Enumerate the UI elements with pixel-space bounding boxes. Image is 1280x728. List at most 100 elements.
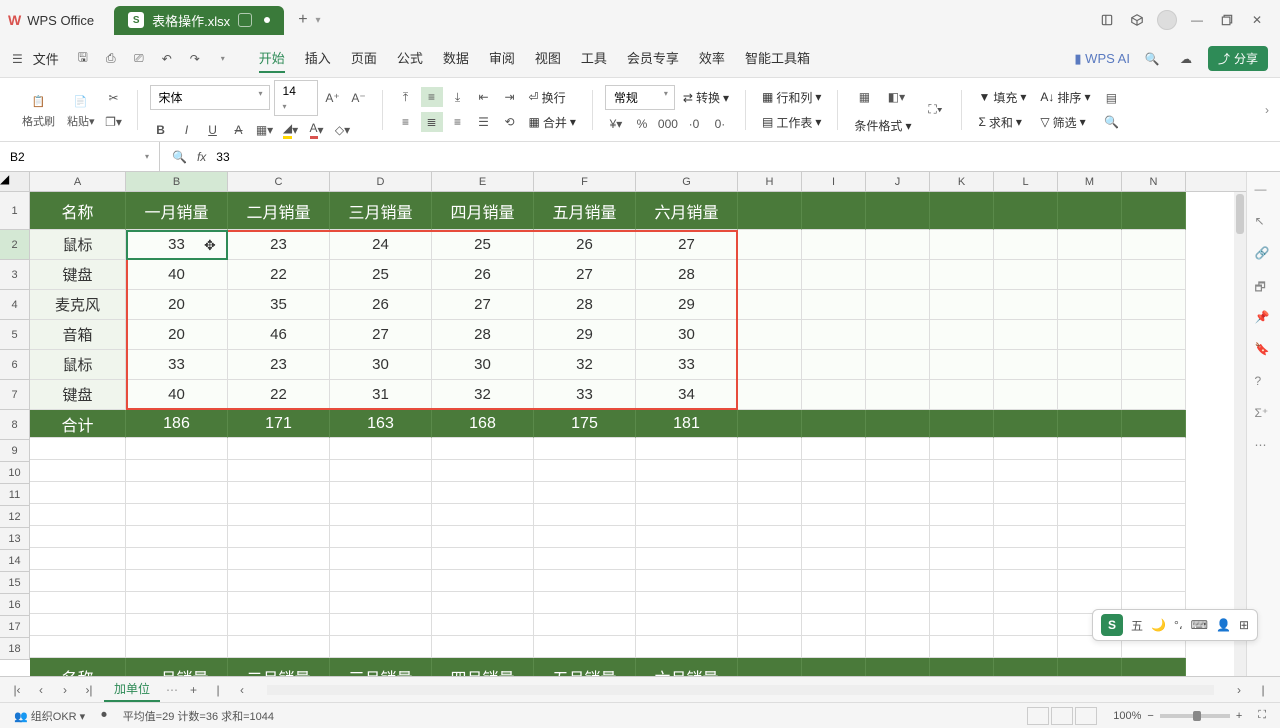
row-header[interactable]: 6 [0,350,30,380]
cell[interactable] [866,260,930,290]
cell[interactable]: 26 [330,290,432,320]
cell[interactable]: 27 [636,230,738,260]
cell[interactable] [866,570,930,592]
cell[interactable] [930,526,994,548]
cell[interactable] [126,504,228,526]
cell[interactable]: 六月销量 [636,658,738,676]
cell[interactable]: 四月销量 [432,192,534,230]
conditional-format-button[interactable]: 条件格式▾ [850,115,915,136]
align-left-icon[interactable]: ≡ [395,112,417,132]
cell[interactable]: 键盘 [30,260,126,290]
vertical-scrollbar[interactable] [1234,192,1246,676]
justify-icon[interactable]: ☰ [473,112,495,132]
column-header[interactable]: G [636,172,738,191]
row-header[interactable]: 3 [0,260,30,290]
cell[interactable] [330,570,432,592]
cell[interactable]: 26 [432,260,534,290]
cell[interactable] [930,438,994,460]
cell[interactable] [802,548,866,570]
cell[interactable] [228,570,330,592]
formula-input[interactable]: 33 [216,150,1268,164]
ime-user-icon[interactable]: 👤 [1216,618,1231,632]
comma-icon[interactable]: 000 [657,114,679,134]
column-header[interactable]: F [534,172,636,191]
decrease-indent-icon[interactable]: ⇤ [473,87,495,107]
cell[interactable]: 三月销量 [330,192,432,230]
cell[interactable]: 33 [534,380,636,410]
cell[interactable]: 20 [126,290,228,320]
cell[interactable] [802,438,866,460]
org-indicator[interactable]: 👥 组织OKR ▾ [14,708,85,724]
record-macro-icon[interactable]: ⏺ [101,709,107,722]
cell[interactable]: 168 [432,410,534,438]
cell[interactable] [30,526,126,548]
cell[interactable]: 鼠标 [30,350,126,380]
highlight-button[interactable]: ◇▾ [332,120,354,140]
cell[interactable] [1058,260,1122,290]
column-header[interactable]: K [930,172,994,191]
name-box-dropdown-icon[interactable]: ▾ [145,152,149,161]
cell[interactable]: 二月销量 [228,658,330,676]
horizontal-scrollbar[interactable] [267,685,1214,695]
tab-view[interactable]: 视图 [535,44,561,73]
cell[interactable] [1122,658,1186,676]
redo-icon[interactable]: ↷ [183,47,207,71]
cell[interactable] [330,636,432,658]
document-tab[interactable]: S 表格操作.xlsx [114,6,284,35]
cell[interactable] [994,438,1058,460]
cube-icon[interactable] [1122,5,1152,35]
fill-color-button[interactable]: ◢▾ [280,120,302,140]
cell[interactable] [802,290,866,320]
cursor-icon[interactable]: ↖ [1255,214,1273,232]
cell[interactable]: 二月销量 [228,192,330,230]
cell[interactable] [866,526,930,548]
ribbon-scroll-right[interactable]: › [1260,94,1274,126]
cell[interactable] [228,504,330,526]
freeze-icon[interactable]: ▤ [1100,88,1122,108]
cell[interactable] [866,592,930,614]
cell[interactable]: 163 [330,410,432,438]
view-normal-button[interactable] [1027,707,1049,725]
cell[interactable] [636,614,738,636]
user-avatar[interactable] [1152,5,1182,35]
cell[interactable]: 175 [534,410,636,438]
cell[interactable] [866,380,930,410]
align-bottom-icon[interactable]: ⤓ [447,87,469,107]
cell[interactable] [228,438,330,460]
cell[interactable] [1122,526,1186,548]
cell[interactable] [738,548,802,570]
tab-home[interactable]: 开始 [259,44,285,73]
cell[interactable] [1058,526,1122,548]
cell[interactable] [802,320,866,350]
cell[interactable] [534,592,636,614]
cell[interactable]: 186 [126,410,228,438]
wrap-text-button[interactable]: ⏎ 换行 [525,87,570,108]
cell[interactable] [866,460,930,482]
cell[interactable] [802,614,866,636]
cell[interactable] [1122,192,1186,230]
window-close-button[interactable]: ✕ [1242,5,1272,35]
hscroll-left-arrow[interactable]: ‹ [233,683,251,697]
cell[interactable] [738,438,802,460]
cell[interactable] [738,380,802,410]
decrease-decimal-icon[interactable]: 0· [709,114,731,134]
cell[interactable] [30,548,126,570]
percent-icon[interactable]: % [631,114,653,134]
cell[interactable] [534,570,636,592]
cell[interactable] [866,482,930,504]
cell[interactable] [330,504,432,526]
cell[interactable] [228,460,330,482]
hscroll-right[interactable]: | [1254,683,1272,697]
cell[interactable] [1058,460,1122,482]
cell[interactable]: 22 [228,260,330,290]
row-header[interactable]: 11 [0,484,30,506]
column-header[interactable]: J [866,172,930,191]
sum-button[interactable]: Σ 求和▾ [974,112,1030,133]
cell[interactable]: 27 [330,320,432,350]
cell[interactable] [1122,260,1186,290]
cell[interactable] [126,482,228,504]
row-header[interactable]: 2 [0,230,30,260]
tab-efficiency[interactable]: 效率 [699,44,725,73]
cell[interactable] [1058,320,1122,350]
cell[interactable] [802,482,866,504]
